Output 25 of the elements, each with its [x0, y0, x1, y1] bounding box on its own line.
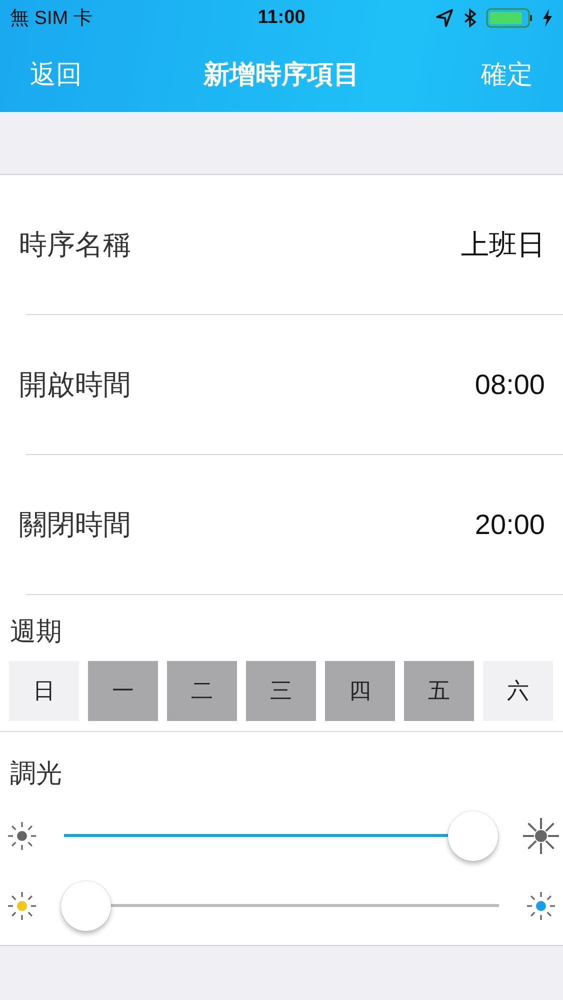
charging-bolt-icon: [541, 8, 553, 28]
section-title: 調光: [9, 757, 63, 790]
weekday-toggle[interactable]: 一: [88, 661, 158, 721]
field-label: 關閉時間: [19, 508, 131, 542]
status-time: 11:00: [258, 7, 306, 29]
location-arrow-icon: [435, 8, 454, 28]
section-title: 週期: [9, 615, 63, 648]
bright-sun-icon: [521, 816, 561, 856]
weekday-toggle[interactable]: 六: [483, 661, 553, 721]
screen-title: 新增時序項目: [204, 58, 360, 90]
carrier-label: 無 SIM 卡: [10, 7, 92, 31]
battery-icon: [486, 8, 533, 28]
field-label: 時序名稱: [19, 228, 131, 262]
weekday-toggle[interactable]: 五: [404, 661, 474, 721]
weekday-toggle[interactable]: 二: [167, 661, 237, 721]
slider-thumb[interactable]: [448, 811, 498, 861]
bluetooth-icon: [462, 8, 478, 28]
field-value[interactable]: 20:00: [474, 509, 545, 541]
field-value[interactable]: 08:00: [474, 369, 545, 401]
slider-thumb[interactable]: [60, 881, 111, 931]
field-label: 開啟時間: [19, 368, 131, 402]
weekday-toggle[interactable]: 三: [246, 661, 316, 721]
weekday-toggle[interactable]: 四: [325, 661, 395, 721]
weekday-toggle[interactable]: 日: [9, 661, 79, 721]
field-value[interactable]: 上班日: [461, 226, 545, 264]
